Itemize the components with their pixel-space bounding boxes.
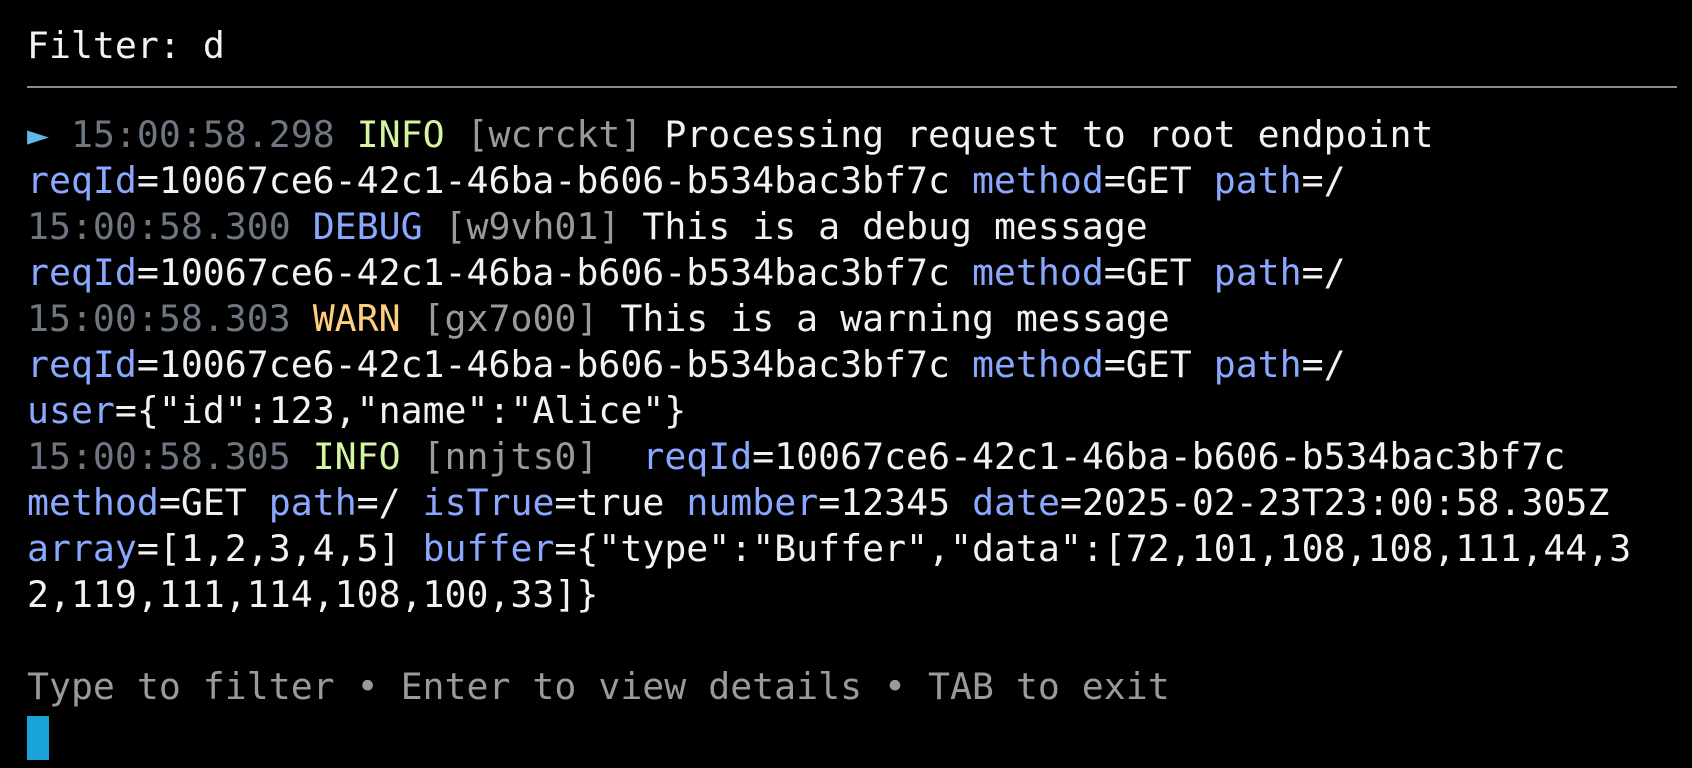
log-level: INFO xyxy=(356,113,445,156)
field-value-continued: 2,119,111,114,108,100,33]} xyxy=(27,573,599,616)
log-entry[interactable]: 15:00:58.300 DEBUG [w9vh01] This is a de… xyxy=(27,204,1677,296)
log-entry[interactable]: 15:00:58.305 INFO [nnjts0] reqId=10067ce… xyxy=(27,434,1677,618)
field-value: / xyxy=(1323,251,1346,294)
log-entry-header: 15:00:58.303 WARN [gx7o00] This is a war… xyxy=(27,296,1677,342)
log-fields: method=GET path=/ isTrue=true number=123… xyxy=(27,481,1610,524)
field-key: user xyxy=(27,389,115,432)
field-key: date xyxy=(972,481,1060,524)
field-value: 12345 xyxy=(840,481,951,524)
log-fields-wrap: 2,119,111,114,108,100,33]} xyxy=(27,572,1677,618)
filter-label: Filter: xyxy=(27,24,203,67)
field-key: array xyxy=(27,527,137,570)
field-key: method xyxy=(971,343,1104,386)
log-timestamp: 15:00:58.300 xyxy=(27,205,291,248)
log-entry-header: 15:00:58.305 INFO [nnjts0] reqId=10067ce… xyxy=(27,435,1566,478)
log-fields: reqId=10067ce6-42c1-46ba-b606-b534bac3bf… xyxy=(27,159,1346,202)
field-key: path xyxy=(1213,343,1302,386)
filter-input[interactable]: d xyxy=(203,24,225,67)
log-fields: reqId=10067ce6-42c1-46ba-b606-b534bac3bf… xyxy=(27,251,1346,294)
field-value: {"type":"Buffer","data":[72,101,108,108,… xyxy=(576,527,1632,570)
field-key: path xyxy=(1213,159,1302,202)
field-value: [1,2,3,4,5] xyxy=(158,527,401,570)
field-value: GET xyxy=(180,481,247,524)
field-value: / xyxy=(1323,343,1346,386)
field-value: GET xyxy=(1125,251,1192,294)
log-timestamp: 15:00:58.305 xyxy=(27,435,291,478)
log-level: INFO xyxy=(312,435,401,478)
log-timestamp: 15:00:58.298 xyxy=(70,113,335,156)
field-key: path xyxy=(268,481,357,524)
help-text: Type to filter • Enter to view details •… xyxy=(27,665,1170,708)
field-value: {"id":123,"name":"Alice"} xyxy=(136,389,687,432)
field-key: reqId xyxy=(27,343,137,386)
log-timestamp: 15:00:58.303 xyxy=(27,297,291,340)
log-entry-header: ► 15:00:58.298 INFO [wcrckt] Processing … xyxy=(27,112,1677,158)
field-value: 10067ce6-42c1-46ba-b606-b534bac3bf7c xyxy=(158,343,950,386)
filter-line[interactable]: Filter: d xyxy=(27,22,1677,70)
field-key: method xyxy=(971,251,1104,294)
log-message: Processing request to root endpoint xyxy=(664,113,1434,156)
field-value: / xyxy=(1323,159,1346,202)
log-level: WARN xyxy=(312,297,401,340)
field-key: path xyxy=(1213,251,1302,294)
field-value: 2025-02-23T23:00:58.305Z xyxy=(1081,481,1610,524)
text-cursor xyxy=(27,716,49,760)
field-value: GET xyxy=(1125,159,1192,202)
terminal: Filter: d ► 15:00:58.298 INFO [wcrckt] P… xyxy=(27,22,1677,710)
field-key: number xyxy=(686,481,819,524)
log-id: [wcrckt] xyxy=(466,113,643,156)
log-id: [gx7o00] xyxy=(422,297,599,340)
field-key: reqId xyxy=(642,435,753,478)
field-value: true xyxy=(576,481,665,524)
field-value: 10067ce6-42c1-46ba-b606-b534bac3bf7c xyxy=(158,251,950,294)
log-fields: array=[1,2,3,4,5] buffer={"type":"Buffer… xyxy=(27,527,1632,570)
separator xyxy=(27,86,1677,88)
log-id: [nnjts0] xyxy=(422,435,599,478)
log-entry[interactable]: ► 15:00:58.298 INFO [wcrckt] Processing … xyxy=(27,112,1677,204)
log-fields: user={"id":123,"name":"Alice"} xyxy=(27,389,687,432)
field-key: reqId xyxy=(27,251,137,294)
field-key: method xyxy=(971,159,1104,202)
log-entry-header: 15:00:58.300 DEBUG [w9vh01] This is a de… xyxy=(27,204,1677,250)
field-key: buffer xyxy=(422,527,555,570)
log-message: This is a debug message xyxy=(642,205,1148,248)
field-key: method xyxy=(27,481,159,524)
field-value: 10067ce6-42c1-46ba-b606-b534bac3bf7c xyxy=(158,159,950,202)
field-key: reqId xyxy=(27,159,137,202)
selection-marker-icon: ► xyxy=(27,113,49,156)
field-value: GET xyxy=(1125,343,1192,386)
log-id: [w9vh01] xyxy=(444,205,621,248)
log-fields: reqId=10067ce6-42c1-46ba-b606-b534bac3bf… xyxy=(27,343,1346,386)
log-message: This is a warning message xyxy=(620,297,1170,340)
field-key: isTrue xyxy=(422,481,555,524)
log-entry[interactable]: 15:00:58.303 WARN [gx7o00] This is a war… xyxy=(27,296,1677,434)
log-level: DEBUG xyxy=(312,205,423,248)
field-value: 10067ce6-42c1-46ba-b606-b534bac3bf7c xyxy=(774,435,1566,478)
field-value: / xyxy=(378,481,401,524)
